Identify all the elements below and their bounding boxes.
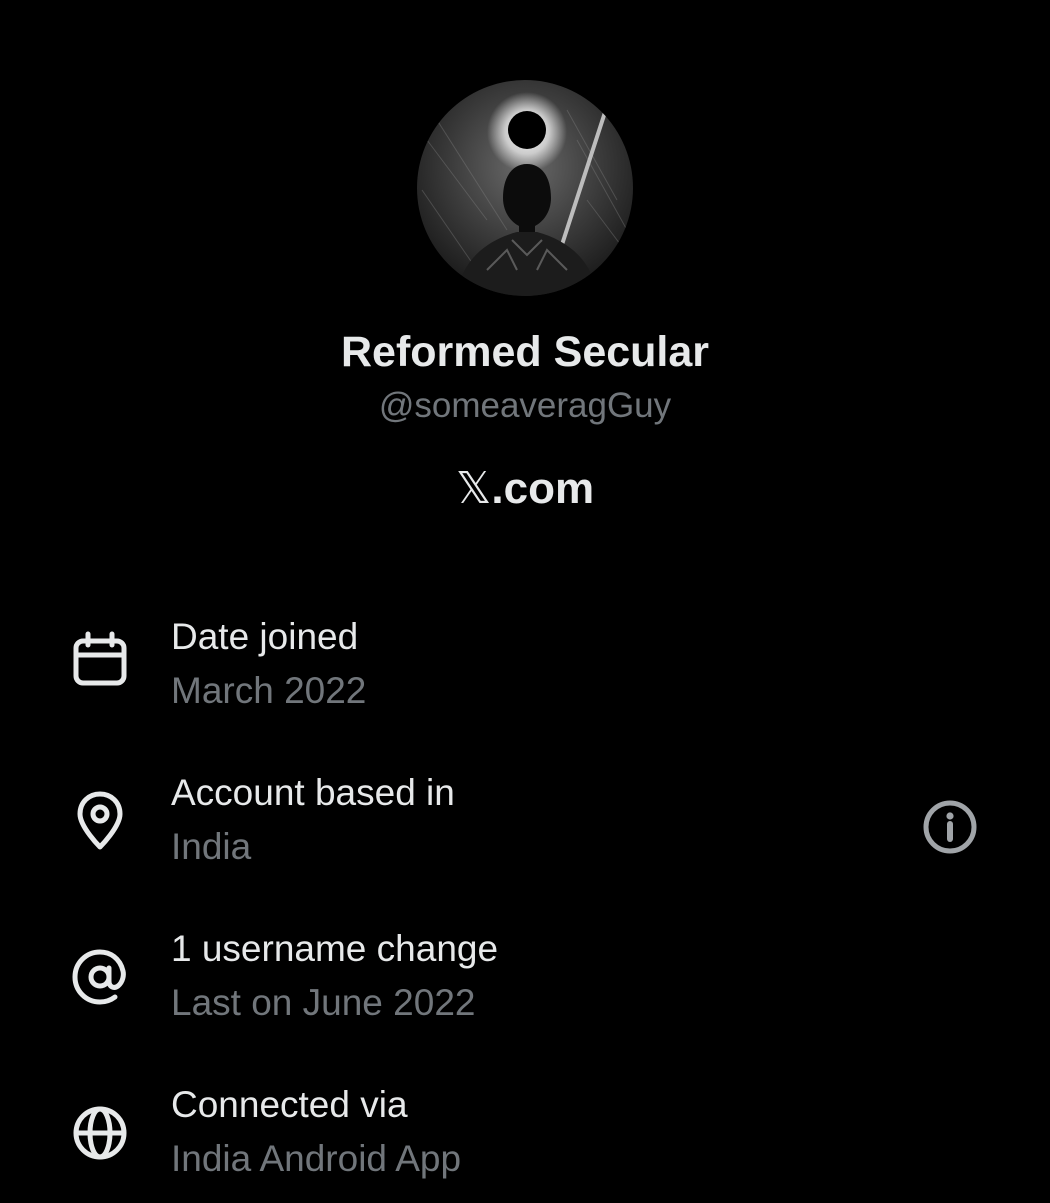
info-icon[interactable]	[920, 797, 980, 857]
location-pin-icon	[70, 791, 130, 851]
date-joined-value: March 2022	[171, 670, 367, 711]
date-joined-label: Date joined	[171, 616, 359, 657]
username-change-value: Last on June 2022	[171, 982, 476, 1023]
profile-header: Reformed Secular @someaveragGuy 𝕏.com	[0, 0, 1050, 540]
avatar[interactable]	[417, 80, 633, 296]
connected-via-value: India Android App	[171, 1138, 462, 1179]
connected-via-label: Connected via	[171, 1084, 408, 1125]
globe-icon	[70, 1103, 130, 1163]
x-brand-label: 𝕏.com	[0, 462, 1050, 516]
x-logo-icon: 𝕏	[455, 463, 492, 514]
account-location-row: Account based in India	[0, 771, 1050, 891]
brand-suffix: .com	[491, 464, 595, 513]
username-change-row: 1 username change Last on June 2022	[0, 927, 1050, 1047]
calendar-icon	[70, 631, 130, 691]
account-location-value: India	[171, 826, 252, 867]
username-change-label: 1 username change	[171, 928, 499, 969]
at-sign-icon	[70, 947, 130, 1007]
date-joined-row: Date joined March 2022	[0, 615, 1050, 735]
display-name: Reformed Secular	[340, 328, 710, 376]
connected-via-row: Connected via India Android App	[0, 1083, 1050, 1203]
user-handle: @someaveragGuy	[378, 386, 672, 425]
account-location-label: Account based in	[171, 772, 455, 813]
